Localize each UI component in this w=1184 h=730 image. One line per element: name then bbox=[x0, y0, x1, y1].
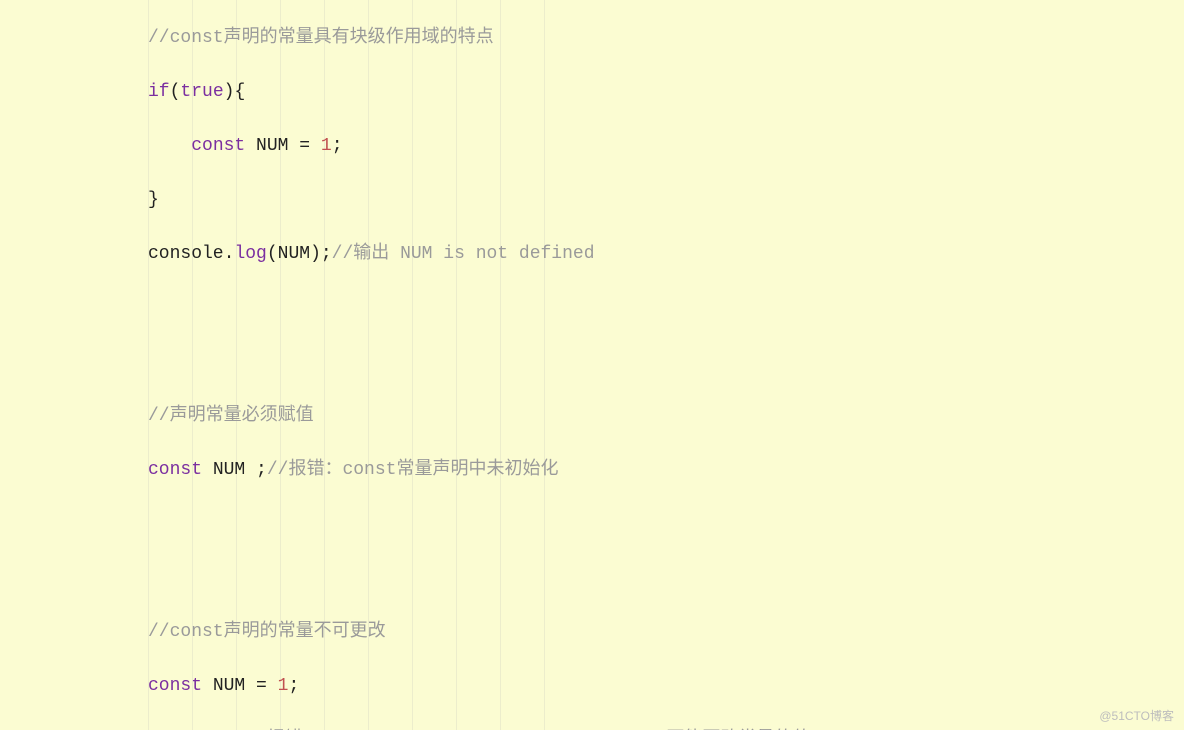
code-token: ){ bbox=[224, 82, 246, 102]
code-token: const bbox=[148, 676, 202, 696]
watermark: @51CTO博客 bbox=[1099, 707, 1174, 724]
code-token: = bbox=[299, 136, 310, 156]
code-token: ( bbox=[170, 82, 181, 102]
code-line bbox=[148, 511, 1184, 538]
code-token: if bbox=[148, 82, 170, 102]
code-token: //const声明的常量具有块级作用域的特点 bbox=[148, 28, 494, 48]
code-token bbox=[202, 676, 213, 696]
code-token: = bbox=[256, 676, 267, 696]
code-token: const bbox=[148, 460, 202, 480]
code-token: NUM bbox=[256, 136, 288, 156]
code-line: //声明常量必须赋值 bbox=[148, 403, 1184, 430]
code-token bbox=[148, 514, 159, 534]
code-token: ; bbox=[332, 136, 343, 156]
code-token: } bbox=[148, 190, 159, 210]
code-line: const NUM ;//报错：const常量声明中未初始化 bbox=[148, 457, 1184, 484]
code-token: //报错：const常量声明中未初始化 bbox=[267, 460, 559, 480]
code-token: NUM bbox=[213, 460, 245, 480]
code-token: 1 bbox=[321, 136, 332, 156]
code-token: NUM bbox=[278, 244, 310, 264]
code-token bbox=[310, 136, 321, 156]
code-token: 1 bbox=[278, 676, 289, 696]
code-line bbox=[148, 295, 1184, 322]
code-token bbox=[267, 676, 278, 696]
code-token: NUM bbox=[213, 676, 245, 696]
code-token bbox=[148, 136, 191, 156]
code-token: console bbox=[148, 244, 224, 264]
code-token: //const声明的常量不可更改 bbox=[148, 622, 386, 642]
code-token: const bbox=[191, 136, 245, 156]
code-token bbox=[148, 568, 159, 588]
code-line: } bbox=[148, 187, 1184, 214]
code-line: //const声明的常量不可更改 bbox=[148, 619, 1184, 646]
code-editor: //const声明的常量具有块级作用域的特点 if(true){ const N… bbox=[0, 0, 1184, 730]
code-line: const NUM = 1; bbox=[148, 673, 1184, 700]
code-token: true bbox=[180, 82, 223, 102]
code-line: if(true){ bbox=[148, 79, 1184, 106]
code-line: //const声明的常量具有块级作用域的特点 bbox=[148, 25, 1184, 52]
code-token bbox=[148, 352, 159, 372]
code-token: log bbox=[234, 244, 266, 264]
code-line: console.log(NUM);//输出 NUM is not defined bbox=[148, 241, 1184, 268]
code-token: ; bbox=[288, 676, 299, 696]
code-line: const NUM = 1; bbox=[148, 133, 1184, 160]
code-token bbox=[245, 676, 256, 696]
code-block: //const声明的常量具有块级作用域的特点 if(true){ const N… bbox=[0, 0, 1184, 730]
code-token: ( bbox=[267, 244, 278, 264]
code-token: ; bbox=[245, 460, 267, 480]
code-line bbox=[148, 349, 1184, 376]
code-token: ); bbox=[310, 244, 332, 264]
code-token bbox=[288, 136, 299, 156]
code-token bbox=[202, 460, 213, 480]
code-token: //声明常量必须赋值 bbox=[148, 406, 314, 426]
code-token: //输出 NUM is not defined bbox=[332, 244, 595, 264]
code-line bbox=[148, 565, 1184, 592]
code-token: . bbox=[224, 244, 235, 264]
code-token bbox=[148, 298, 159, 318]
code-token bbox=[245, 136, 256, 156]
